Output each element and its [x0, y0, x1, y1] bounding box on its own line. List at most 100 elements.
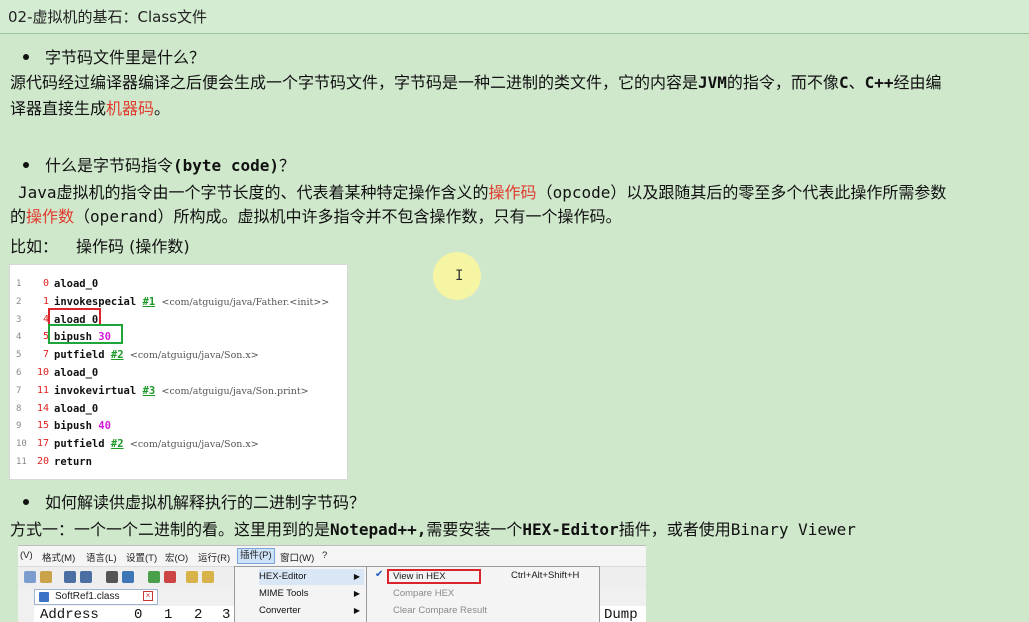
answer-q1: 源代码经过编译器编译之后便会生成一个字节码文件，字节码是一种二进制的类文件，它的…	[10, 70, 1025, 122]
hex-col-dump: Dump	[604, 607, 638, 622]
opcode-text: invokespecial	[54, 295, 137, 308]
answer-q2-java: Java	[18, 183, 57, 202]
menu-item-hex-editor[interactable]: HEX-Editor ▶	[259, 569, 364, 585]
npp-file-tab[interactable]: SoftRef1.class ×	[34, 589, 158, 605]
answer-q1-text-e: 经由编	[893, 73, 942, 92]
constant-comment: <com/atguigu/java/Son.x>	[129, 439, 259, 451]
bytecode-row: 6 10 aload_0	[10, 364, 349, 382]
cut-icon[interactable]	[24, 571, 36, 583]
zoom-in-icon[interactable]	[148, 571, 160, 583]
constant-ref: #3	[142, 384, 156, 397]
submenu-compare-hex[interactable]: Compare HEX	[393, 586, 454, 601]
line-number: 6	[16, 368, 22, 378]
hex-editor-submenu: ✔ View in HEX Ctrl+Alt+Shift+H Compare H…	[366, 566, 600, 622]
bytecode-offset: 11	[36, 384, 49, 396]
bytecode-listing: 1 0 aload_0 2 1 invokespecial #1 <com/atguigu…	[9, 264, 348, 480]
bytecode-offset: 20	[36, 456, 49, 467]
bytecode-row: 1 0 aload_0	[10, 275, 349, 293]
zoom-out-icon[interactable]	[164, 571, 176, 583]
wrap-icon[interactable]	[202, 571, 214, 583]
redo-icon[interactable]	[80, 571, 92, 583]
bytecode-instruction: aload_0	[54, 364, 98, 382]
menu-item-converter-label: Converter	[259, 605, 301, 616]
npp-menu-run[interactable]: 运行(R)	[198, 550, 230, 564]
line-number: 1	[16, 279, 22, 289]
line-number: 8	[16, 403, 22, 414]
submenu-view-shortcut: Ctrl+Alt+Shift+H	[511, 570, 580, 581]
find-icon[interactable]	[122, 571, 134, 583]
line-number: 10	[16, 439, 27, 450]
bytecode-offset: 0	[42, 278, 49, 289]
bytecode-offset: 7	[42, 349, 49, 361]
example-line: 比如： 操作码 (操作数)	[10, 234, 190, 260]
bytecode-row: 11 20 return	[10, 453, 349, 471]
menu-item-converter[interactable]: Converter ▶	[259, 603, 364, 619]
npp-menu-format[interactable]: 格式(M)	[42, 550, 75, 564]
answer-q2-text-c: ）以及跟随其后的零至多个代表此操作所需参数	[610, 183, 947, 202]
npp-menu-view[interactable]: (V)	[20, 550, 33, 561]
answer-q3-text-c: 插件，或者使用	[618, 520, 731, 539]
opcode-text: putfield	[54, 349, 105, 362]
opcode-text: return	[54, 456, 92, 468]
paste-icon[interactable]	[40, 571, 52, 583]
hex-col-2: 2	[194, 607, 203, 622]
constant-ref: #1	[142, 295, 156, 308]
submenu-clear-compare[interactable]: Clear Compare Result	[393, 603, 487, 618]
answer-q2-operand: operand	[90, 207, 158, 226]
answer-q2-opcode-cn: 操作码	[488, 183, 537, 202]
npp-menu-plugins[interactable]: 插件(P)	[237, 548, 275, 564]
opcode-text: aload_0	[54, 367, 99, 379]
hex-col-1: 1	[164, 607, 173, 622]
bullet-q2-text-b: ？	[278, 156, 295, 175]
line-number: 3	[16, 314, 22, 325]
menu-item-mime-tools-label: MIME Tools	[259, 588, 309, 599]
close-icon[interactable]: ×	[143, 591, 153, 601]
answer-q1-text-b: 的指令，而不像	[726, 73, 839, 92]
npp-menu-window[interactable]: 窗口(W)	[280, 550, 314, 564]
operand-highlight-box	[48, 324, 123, 344]
bytecode-row: 10 17 putfield #2 <com/atguigu/java/Son.x>	[10, 435, 349, 453]
bytecode-instruction: aload_0	[54, 275, 98, 293]
bullet-q1-text: 字节码文件里是什么？	[45, 48, 206, 67]
example-value: 操作码 (操作数)	[76, 237, 190, 256]
answer-q1-line1: 源代码经过编译器编译之后便会生成一个字节码文件，字节码是一种二进制的类文件，它的…	[10, 70, 1025, 96]
line-number: 7	[16, 385, 22, 396]
menu-item-mime-tools[interactable]: MIME Tools ▶	[259, 586, 364, 602]
npp-menu-settings[interactable]: 设置(T)	[126, 550, 157, 564]
bullet-dot-icon	[23, 161, 29, 168]
npp-menu-macro[interactable]: 宏(O)	[165, 550, 188, 564]
opcode-text: putfield	[54, 438, 105, 451]
line-number: 4	[16, 332, 22, 343]
bullet-dot-icon	[23, 498, 29, 505]
answer-q1-c: C	[838, 73, 849, 92]
sync-icon[interactable]	[186, 571, 198, 583]
answer-q2-text-a: 虚拟机的指令由一个字节长度的、代表着某种特定操作含义的	[56, 183, 489, 202]
opcode-text: aload_0	[54, 278, 99, 290]
chevron-right-icon: ▶	[353, 606, 360, 615]
answer-q2-line1: Java虚拟机的指令由一个字节长度的、代表着某种特定操作含义的操作码（opcod…	[18, 180, 1023, 206]
answer-q1-text-d: 、	[848, 73, 865, 92]
bullet-q3-text: 如何解读供虚拟机解释执行的二进制字节码？	[45, 493, 366, 512]
submenu-view-in-hex[interactable]: View in HEX	[393, 569, 446, 584]
npp-menu-help[interactable]: ?	[322, 550, 327, 561]
answer-q1-text-a: 源代码经过编译器编译之后便会生成一个字节码文件，字节码是一种二进制的类文件，它的…	[10, 73, 699, 92]
bullet-dot-icon	[23, 53, 29, 60]
answer-q1-machine-code: 机器码	[106, 99, 155, 118]
npp-tab-label: SoftRef1.class	[55, 591, 120, 602]
answer-q3-text-a: 方式一：一个一个二进制的看。这里用到的是	[10, 520, 331, 539]
print-icon[interactable]	[106, 571, 118, 583]
opcode-text: invokevirtual	[54, 384, 137, 397]
bullet-q2-byte-code: (byte code)	[173, 156, 279, 175]
line-number: 9	[16, 421, 22, 432]
bytecode-row: 5 7 putfield #2 <com/atguigu/java/Son.x>	[10, 346, 349, 364]
undo-icon[interactable]	[64, 571, 76, 583]
line-number: 5	[16, 350, 22, 361]
example-label: 比如：	[10, 237, 59, 256]
bytecode-row: 9 15 bipush 40	[10, 417, 349, 435]
file-icon	[39, 592, 49, 602]
answer-q3-binary-viewer: Binary Viewer	[730, 520, 856, 539]
answer-q2-line2: 的操作数（operand）所构成。虚拟机中许多指令并不包含操作数，只有一个操作码…	[10, 204, 1020, 230]
npp-menu-language[interactable]: 语言(L)	[86, 550, 117, 564]
chevron-right-icon: ▶	[353, 589, 360, 598]
npp-menubar: (V) 格式(M) 语言(L) 设置(T) 宏(O) 运行(R) 插件(P) 窗…	[18, 546, 646, 566]
